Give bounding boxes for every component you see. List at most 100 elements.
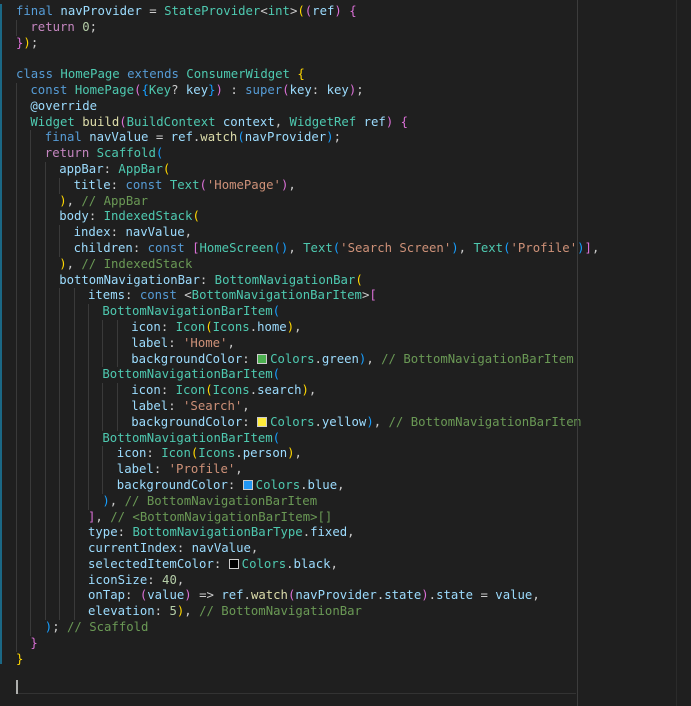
code-line[interactable]: BottomNavigationBarItem( [0, 430, 691, 447]
code-line[interactable]: return Scaffold( [0, 146, 691, 162]
code-line[interactable]: items: const <BottomNavigationBarItem>[ [0, 288, 691, 305]
code-line[interactable]: @override [0, 98, 691, 115]
code-line[interactable]: icon: Icon(Icons.person), [0, 446, 691, 463]
indent-guide [59, 240, 61, 257]
code-line[interactable]: BottomNavigationBarItem( [0, 304, 691, 320]
code-token: 'HomePage' [206, 177, 281, 192]
color-swatch-icon[interactable] [257, 416, 268, 427]
color-swatch-icon[interactable] [242, 479, 253, 490]
code-line[interactable]: const HomePage({Key? key}) : super(key: … [0, 82, 691, 99]
code-token: . [243, 588, 251, 603]
code-line[interactable]: ), // AppBar [0, 193, 691, 210]
code-token: backgroundColor [131, 414, 243, 429]
color-swatch-icon[interactable] [257, 353, 268, 364]
code-token: , [373, 414, 389, 429]
indent-guide [44, 272, 46, 289]
code-line[interactable]: onTap: (value) => ref.watch(navProvider.… [0, 588, 691, 605]
code-line[interactable]: return 0; [0, 19, 691, 36]
code-line[interactable]: bottomNavigationBar: BottomNavigationBar… [0, 272, 691, 289]
code-line[interactable]: ), // BottomNavigationBarItem [0, 493, 691, 510]
code-line[interactable]: currentIndex: navValue, [0, 541, 691, 557]
editor-ruler [577, 0, 578, 706]
code-line[interactable]: body: IndexedStack( [0, 209, 691, 226]
code-line[interactable]: type: BottomNavigationBarType.fixed, [0, 525, 691, 542]
code-line[interactable]: ), // IndexedStack [0, 256, 691, 273]
code-line[interactable]: backgroundColor: Colors.blue, [0, 477, 691, 494]
indent-guide [16, 588, 17, 605]
code-token: . [314, 351, 322, 366]
code-token: . [286, 556, 294, 571]
code-line[interactable]: ], // <BottomNavigationBarItem>[] [0, 509, 691, 526]
indent-guide [16, 319, 17, 336]
code-token: : [222, 82, 246, 97]
code-line[interactable]: icon: Icon(Icons.home), [0, 319, 691, 336]
code-token: . [249, 383, 258, 398]
code-line[interactable]: final navValue = ref.watch(navProvider); [0, 130, 691, 147]
code-line[interactable]: title: const Text('HomePage'), [0, 177, 691, 194]
code-token: watch [250, 588, 288, 603]
code-token: final [16, 4, 61, 18]
indent-guide [30, 414, 32, 431]
indent-guide [30, 319, 32, 336]
vertical-scrollbar[interactable] [676, 0, 691, 706]
code-line[interactable]: } [0, 652, 691, 668]
indent-guide [30, 383, 32, 399]
indent-guide [16, 225, 17, 241]
code-line[interactable]: index: navValue, [0, 225, 691, 241]
code-line[interactable]: elevation: 5), // BottomNavigationBar [0, 604, 691, 621]
indent-guide [44, 288, 46, 305]
indent-guide [116, 414, 118, 431]
code-token: const [139, 288, 185, 303]
indent-guide [16, 604, 17, 621]
code-line[interactable] [0, 51, 691, 67]
color-swatch-icon[interactable] [228, 558, 239, 569]
indent-guide [44, 525, 46, 542]
code-line[interactable]: }); [0, 36, 691, 52]
code-line[interactable]: label: 'Home', [0, 335, 691, 352]
code-token: , [184, 225, 193, 240]
indent-guide [44, 335, 46, 352]
code-editor[interactable]: final navProvider = StateProvider<int>((… [0, 0, 691, 706]
code-token: Widget [30, 114, 83, 129]
code-token: Key [148, 82, 172, 97]
code-line[interactable]: label: 'Search', [0, 398, 691, 415]
code-line[interactable]: label: 'Profile', [0, 462, 691, 478]
indent-guide [16, 556, 17, 573]
code-line[interactable]: Widget build(BuildContext context, Widge… [0, 114, 691, 131]
code-line[interactable]: iconSize: 40, [0, 572, 691, 589]
code-line[interactable]: ); // Scaffold [0, 620, 691, 636]
indent-guide [30, 351, 32, 368]
indent-guide [30, 161, 32, 178]
indent-guide [16, 351, 17, 368]
indent-guide [44, 493, 46, 510]
code-line[interactable]: selectedItemColor: Colors.black, [0, 556, 691, 573]
code-token: currentIndex [88, 541, 177, 556]
indent-guide [44, 304, 46, 320]
code-token: Colors [270, 414, 315, 429]
code-token: : [176, 541, 192, 556]
indent-guide [116, 383, 118, 399]
code-line[interactable]: backgroundColor: Colors.green), // Botto… [0, 351, 691, 368]
code-token: ( [162, 161, 171, 176]
indent-guide [16, 541, 17, 557]
code-lines[interactable]: final navProvider = StateProvider<int>((… [0, 4, 691, 683]
code-line[interactable]: children: const [HomeScreen(), Text('Sea… [0, 240, 691, 257]
indent-guide [88, 319, 89, 336]
indent-guide [30, 304, 32, 320]
code-line[interactable]: backgroundColor: Colors.yellow), // Bott… [0, 414, 691, 431]
indent-guide [30, 525, 32, 542]
code-token: // AppBar [81, 193, 149, 208]
code-line[interactable]: final navProvider = StateProvider<int>((… [0, 4, 691, 20]
code-line[interactable]: class HomePage extends ConsumerWidget { [0, 67, 691, 83]
code-token: 'Profile' [168, 462, 236, 477]
code-token: : [311, 82, 327, 97]
code-line[interactable]: } [0, 635, 691, 652]
code-token: ( [192, 209, 200, 224]
indent-guide [73, 351, 75, 368]
code-line[interactable]: BottomNavigationBarItem( [0, 367, 691, 384]
code-token: BuildContext [126, 114, 223, 129]
indent-guide [16, 335, 17, 352]
code-line[interactable]: icon: Icon(Icons.search), [0, 383, 691, 399]
code-line[interactable] [0, 667, 691, 683]
code-line[interactable]: appBar: AppBar( [0, 161, 691, 178]
